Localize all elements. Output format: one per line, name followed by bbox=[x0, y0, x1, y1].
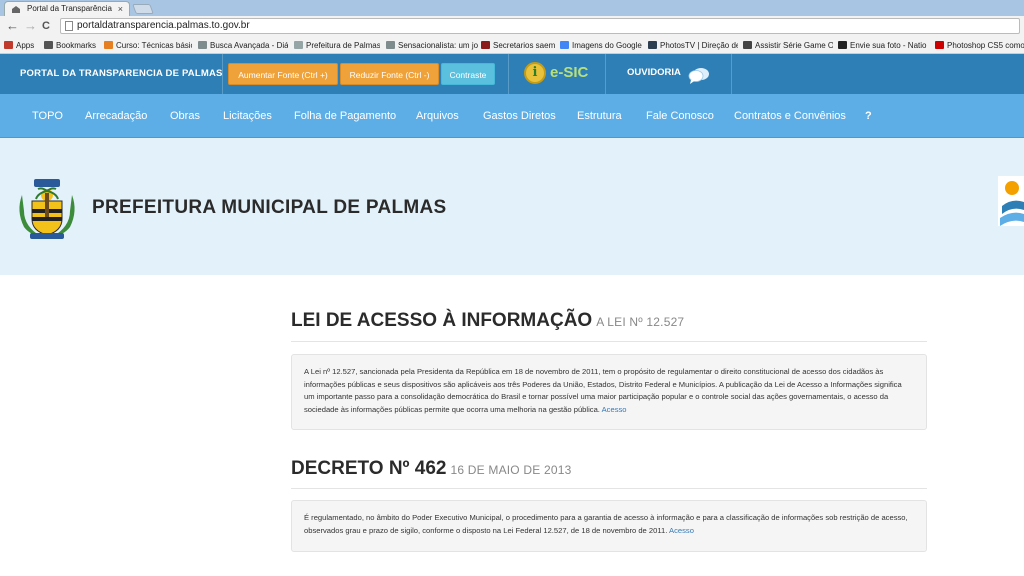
partner-logo[interactable] bbox=[998, 176, 1024, 226]
section-body-decreto: É regulamentado, no âmbito do Poder Exec… bbox=[291, 500, 927, 552]
bookmark-favicon-icon bbox=[104, 41, 113, 49]
browser-tab-strip: Portal da Transparência × bbox=[0, 0, 1024, 16]
acesso-link[interactable]: Acesso bbox=[602, 405, 627, 414]
bookmark-item[interactable]: Imagens do Google bbox=[560, 40, 644, 51]
nav-item-help[interactable]: ? bbox=[865, 94, 872, 138]
nav-item-gastos-diretos[interactable]: Gastos Diretos bbox=[483, 94, 556, 138]
video-icon bbox=[743, 41, 752, 49]
bookmark-item[interactable]: PhotosTV | Direção de bbox=[648, 40, 738, 51]
tab-title: Portal da Transparência bbox=[27, 4, 112, 13]
browser-tab[interactable]: Portal da Transparência × bbox=[4, 1, 130, 16]
reload-icon[interactable]: C bbox=[42, 18, 50, 34]
nav-item-topo[interactable]: TOPO bbox=[32, 94, 63, 138]
bookmark-favicon-icon bbox=[838, 41, 847, 49]
portal-favicon-icon bbox=[12, 6, 20, 13]
address-bar-url: portaldatransparencia.palmas.to.gov.br bbox=[77, 20, 250, 31]
contrast-button[interactable]: Contraste bbox=[441, 63, 495, 85]
address-bar[interactable]: portaldatransparencia.palmas.to.gov.br bbox=[60, 18, 1020, 34]
divider bbox=[222, 54, 223, 94]
nav-item-estrutura[interactable]: Estrutura bbox=[577, 94, 622, 138]
section-subheading: 16 DE MAIO DE 2013 bbox=[450, 463, 572, 477]
bookmark-item[interactable]: Bookmarks bbox=[44, 40, 98, 51]
nav-item-arrecadacao[interactable]: Arrecadação bbox=[85, 94, 147, 138]
nav-item-folha-de-pagamento[interactable]: Folha de Pagamento bbox=[294, 94, 396, 138]
bookmark-item[interactable]: Prefeitura de Palmas bbox=[294, 40, 380, 51]
section-title-lei-acesso: LEI DE ACESSO À INFORMAÇÃO A LEI Nº 12.52… bbox=[291, 310, 684, 332]
bookmark-favicon-icon bbox=[294, 41, 303, 49]
acesso-link[interactable]: Acesso bbox=[669, 526, 694, 535]
bookmark-item[interactable]: Sensacionalista: um jo bbox=[386, 40, 478, 51]
section-body-lei-acesso: A Lei nº 12.527, sancionada pela Preside… bbox=[291, 354, 927, 430]
page-icon bbox=[65, 21, 73, 31]
apps-icon bbox=[4, 41, 13, 49]
section-heading: LEI DE ACESSO À INFORMAÇÃO bbox=[291, 310, 593, 331]
site-title: PREFEITURA MUNICIPAL DE PALMAS bbox=[92, 197, 447, 218]
site-top-bar: PORTAL DA TRANSPARENCIA DE PALMAS Aument… bbox=[0, 54, 1024, 94]
divider bbox=[731, 54, 732, 94]
nav-item-contratos-e-convenios[interactable]: Contratos e Convênios bbox=[734, 94, 846, 138]
new-tab-button[interactable] bbox=[132, 4, 154, 14]
decrease-font-button[interactable]: Reduzir Fonte (Ctrl -) bbox=[340, 63, 439, 85]
back-icon[interactable]: ← bbox=[6, 18, 19, 34]
bookmark-favicon-icon bbox=[481, 41, 490, 49]
increase-font-button[interactable]: Aumentar Fonte (Ctrl +) bbox=[228, 63, 338, 85]
forward-icon[interactable]: → bbox=[24, 18, 37, 34]
bookmark-item[interactable]: Envie sua foto - Natio bbox=[838, 40, 930, 51]
bookmark-item[interactable]: Curso: Técnicas básica bbox=[104, 40, 192, 51]
ouvidoria-link[interactable]: OUVIDORIA bbox=[627, 54, 681, 94]
youtube-icon bbox=[935, 41, 944, 49]
nav-item-arquivos[interactable]: Arquivos bbox=[416, 94, 459, 138]
tab-close-icon[interactable]: × bbox=[118, 2, 123, 16]
main-navigation: TOPO Arrecadação Obras Licitações Folha … bbox=[0, 94, 1024, 138]
nav-item-obras[interactable]: Obras bbox=[170, 94, 200, 138]
section-title-decreto: DECRETO Nº 462 16 DE MAIO DE 2013 bbox=[291, 458, 571, 480]
esic-label: e-SIC bbox=[550, 64, 589, 81]
browser-toolbar: ← → C portaldatransparencia.palmas.to.go… bbox=[0, 16, 1024, 36]
bookmarks-bar: Apps Bookmarks Curso: Técnicas básica Bu… bbox=[0, 36, 1024, 54]
bookmark-item[interactable]: Busca Avançada - Diá bbox=[198, 40, 288, 51]
esic-info-icon: i bbox=[524, 62, 546, 84]
divider bbox=[605, 54, 606, 94]
bookmark-favicon-icon bbox=[386, 41, 395, 49]
bookmark-item[interactable]: Photoshop CS5 como bbox=[935, 40, 1024, 51]
city-crest-logo[interactable] bbox=[14, 175, 80, 241]
divider bbox=[508, 54, 509, 94]
divider bbox=[291, 341, 927, 342]
bookmark-item[interactable]: Assistir Série Game O bbox=[743, 40, 833, 51]
bookmark-item[interactable]: Apps bbox=[4, 40, 38, 51]
section-text: É regulamentado, no âmbito do Poder Exec… bbox=[304, 513, 908, 535]
section-heading: DECRETO Nº 462 bbox=[291, 458, 447, 479]
star-icon bbox=[44, 41, 53, 49]
chat-bubble-icon[interactable] bbox=[688, 66, 710, 84]
section-subheading: A LEI Nº 12.527 bbox=[596, 315, 685, 329]
nav-item-fale-conosco[interactable]: Fale Conosco bbox=[646, 94, 714, 138]
bookmark-item[interactable]: Secretarios saem bbox=[481, 40, 555, 51]
nav-item-licitacoes[interactable]: Licitações bbox=[223, 94, 272, 138]
bookmark-favicon-icon bbox=[648, 41, 657, 49]
divider bbox=[291, 488, 927, 489]
bookmark-favicon-icon bbox=[198, 41, 207, 49]
portal-title[interactable]: PORTAL DA TRANSPARENCIA DE PALMAS bbox=[20, 54, 223, 94]
google-icon bbox=[560, 41, 569, 49]
